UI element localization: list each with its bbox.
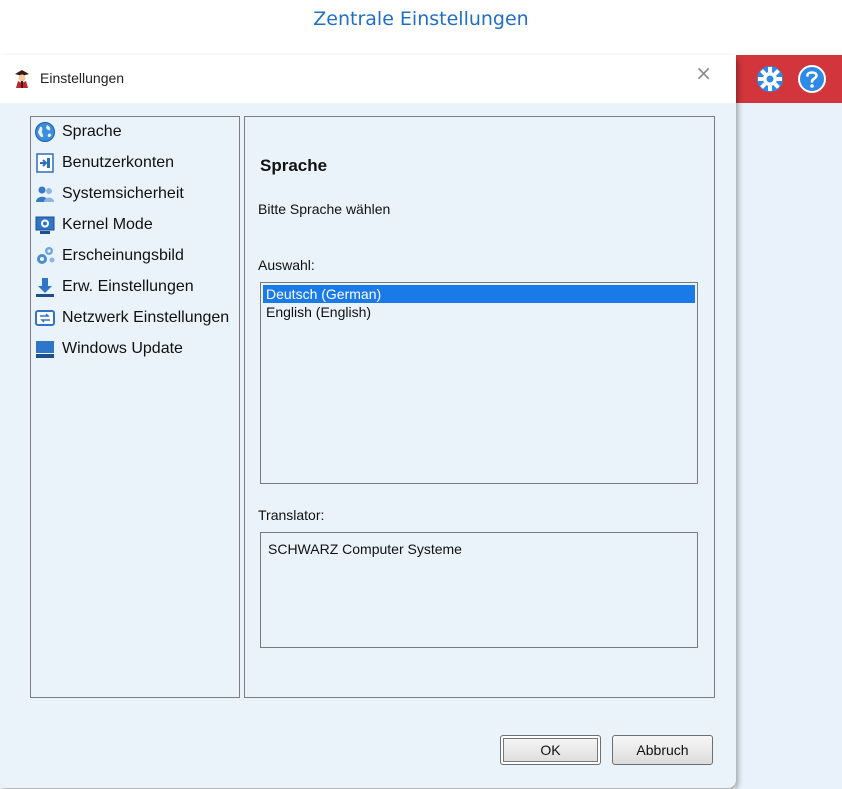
dialog-title: Einstellungen	[40, 70, 125, 86]
nav-item-kernel-mode[interactable]: Kernel Mode	[34, 211, 153, 239]
globe-icon	[35, 122, 55, 142]
nav-item-label: Erw. Einstellungen	[62, 278, 194, 295]
nav-item-label: Systemsicherheit	[62, 185, 184, 202]
nav-item-sprache[interactable]: Sprache	[34, 118, 122, 146]
nav-item-systemsicherheit[interactable]: Systemsicherheit	[34, 180, 184, 208]
user-account-icon	[36, 153, 54, 173]
language-option-deutsch[interactable]: Deutsch (German)	[263, 285, 695, 303]
help-icon[interactable]	[796, 63, 828, 95]
nav-item-label: Benutzerkonten	[62, 154, 175, 171]
translator-box: SCHWARZ Computer Systeme	[260, 532, 698, 648]
section-title: Sprache	[260, 156, 328, 175]
download-icon	[36, 278, 54, 297]
language-listbox[interactable]: Deutsch (German) English (English)	[260, 282, 698, 484]
users-security-icon	[36, 186, 54, 202]
translator-value: SCHWARZ Computer Systeme	[268, 541, 462, 557]
network-icon	[35, 310, 55, 326]
section-description: Bitte Sprache wählen	[258, 201, 391, 217]
windows-update-icon	[36, 341, 54, 358]
gears-icon	[37, 247, 55, 264]
content-panel: Sprache Bitte Sprache wählen Auswahl: De…	[244, 116, 715, 698]
nav-item-label: Windows Update	[62, 340, 183, 357]
page-heading: Zentrale Einstellungen	[313, 8, 529, 30]
settings-nav: Sprache Benutzerkonten Systemsicherheit	[30, 116, 240, 698]
settings-dialog: Einstellungen × Sprache Benutzerkonten S…	[0, 55, 736, 788]
language-option-english[interactable]: English (English)	[263, 303, 695, 321]
ok-button[interactable]: OK	[500, 735, 601, 765]
nav-item-erscheinungsbild[interactable]: Erscheinungsbild	[34, 242, 184, 270]
cancel-button[interactable]: Abbruch	[612, 735, 713, 765]
side-panel	[736, 55, 842, 789]
selection-label: Auswahl:	[258, 257, 315, 273]
nav-item-label: Erscheinungsbild	[62, 247, 184, 264]
nav-item-label: Netzwerk Einstellungen	[62, 309, 230, 326]
nav-item-label: Sprache	[62, 123, 122, 140]
dialog-titlebar: Einstellungen ×	[0, 55, 736, 103]
translator-label: Translator:	[258, 507, 325, 523]
nav-item-netzwerk-einstellungen[interactable]: Netzwerk Einstellungen	[34, 304, 229, 332]
nav-item-erw-einstellungen[interactable]: Erw. Einstellungen	[34, 273, 194, 301]
gear-icon[interactable]	[754, 63, 786, 95]
nav-item-benutzerkonten[interactable]: Benutzerkonten	[34, 149, 174, 177]
app-logo-icon	[11, 67, 33, 94]
side-toolbar	[736, 55, 842, 103]
nav-item-label: Kernel Mode	[62, 216, 153, 233]
close-icon[interactable]: ×	[695, 61, 712, 85]
nav-item-windows-update[interactable]: Windows Update	[34, 335, 183, 363]
kernel-icon	[35, 216, 55, 234]
